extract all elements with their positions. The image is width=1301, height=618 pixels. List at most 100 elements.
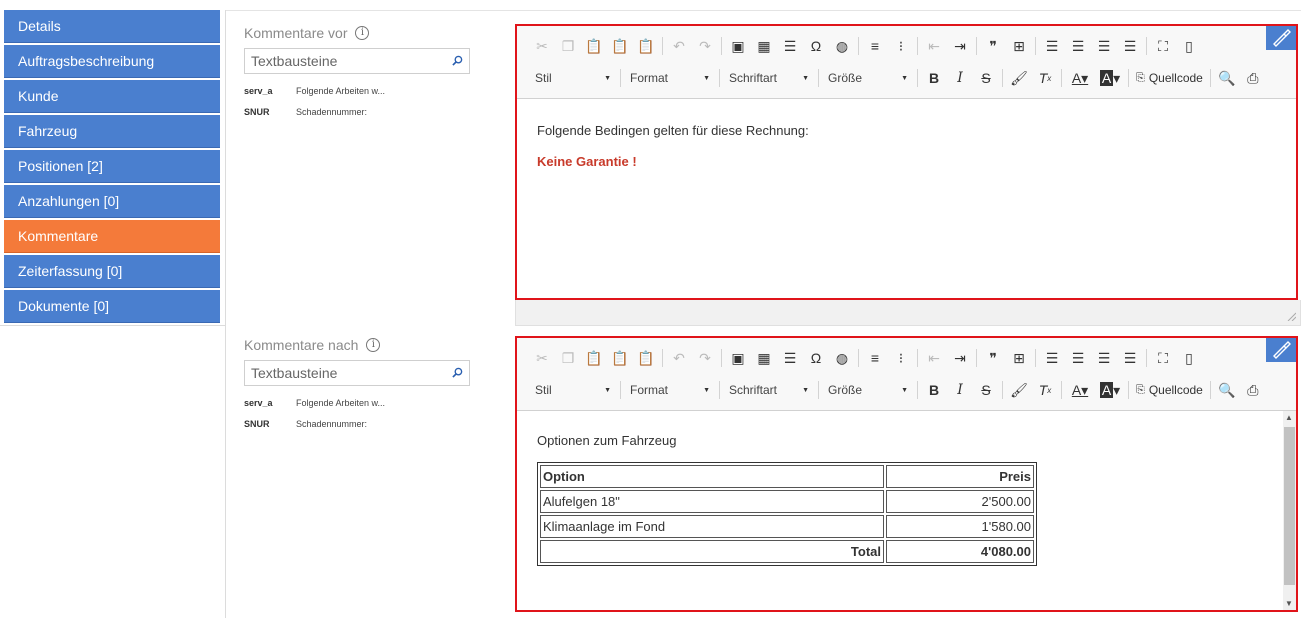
scroll-down-icon[interactable]: ▼ [1285, 599, 1293, 608]
snippet-search-input[interactable] [251, 365, 441, 381]
snippet-item[interactable]: SNUR Schadennummer: [244, 413, 474, 434]
bg-color-icon[interactable]: A ▾ [1095, 380, 1125, 400]
cut-icon[interactable]: ✂ [529, 36, 555, 56]
source-button[interactable]: ⎘ Quellcode [1132, 383, 1207, 397]
maximize-icon[interactable]: ⛶ [1150, 36, 1176, 56]
table-icon[interactable]: ▦ [751, 348, 777, 368]
redo-icon[interactable]: ↷ [692, 36, 718, 56]
remove-format-icon[interactable]: Tx [1032, 380, 1058, 400]
search-icon[interactable] [452, 55, 463, 66]
undo-icon[interactable]: ↶ [666, 36, 692, 56]
info-icon[interactable]: i [355, 26, 370, 40]
paste-text-icon[interactable]: 📋 [607, 348, 633, 368]
preview-icon[interactable]: 🔍 [1214, 68, 1240, 88]
undo-icon[interactable]: ↶ [666, 348, 692, 368]
nav-item-details[interactable]: Details [4, 10, 220, 43]
show-blocks-icon[interactable]: ▯ [1176, 348, 1202, 368]
paste-text-icon[interactable]: 📋 [607, 36, 633, 56]
snippet-item[interactable]: SNUR Schadennummer: [244, 101, 474, 122]
align-left-icon[interactable]: ☰ [1039, 36, 1065, 56]
div-icon[interactable]: ⊞ [1006, 36, 1032, 56]
strike-icon[interactable]: S [973, 68, 999, 88]
maximize-icon[interactable]: ⛶ [1150, 348, 1176, 368]
nav-item-dokumente[interactable]: Dokumente [0] [4, 290, 220, 323]
div-icon[interactable]: ⊞ [1006, 348, 1032, 368]
text-color-icon[interactable]: A▾ [1065, 68, 1095, 88]
align-justify-icon[interactable]: ☰ [1117, 348, 1143, 368]
paste-icon[interactable]: 📋 [581, 348, 607, 368]
search-icon[interactable] [452, 367, 463, 378]
snippet-search-input[interactable] [251, 53, 441, 69]
table-icon[interactable]: ▦ [751, 36, 777, 56]
horizontal-line-icon[interactable]: ☰ [777, 36, 803, 56]
snippet-item[interactable]: serv_a Folgende Arbeiten w... [244, 80, 474, 101]
blockquote-icon[interactable]: ❞ [980, 348, 1006, 368]
bg-color-icon[interactable]: A ▾ [1095, 68, 1125, 88]
indent-icon[interactable]: ⇥ [947, 36, 973, 56]
image-icon[interactable]: ▣ [725, 36, 751, 56]
paste-word-icon[interactable]: 📋 [633, 36, 659, 56]
print-icon[interactable]: ⎙ [1240, 68, 1266, 88]
format-painter-icon[interactable]: 🖌 [1006, 68, 1032, 88]
size-combo[interactable]: Größe ▼ [822, 68, 914, 88]
editor-content[interactable]: Folgende Bedingen gelten für diese Rechn… [517, 99, 1296, 299]
text-color-icon[interactable]: A▾ [1065, 380, 1095, 400]
strike-icon[interactable]: S [973, 380, 999, 400]
blockquote-icon[interactable]: ❞ [980, 36, 1006, 56]
style-combo[interactable]: Stil ▼ [529, 68, 617, 88]
snippet-item[interactable]: serv_a Folgende Arbeiten w... [244, 392, 474, 413]
brush-icon[interactable] [1266, 338, 1296, 362]
numbered-list-icon[interactable]: ≡ [862, 36, 888, 56]
align-left-icon[interactable]: ☰ [1039, 348, 1065, 368]
italic-icon[interactable]: I [947, 68, 973, 88]
style-combo[interactable]: Stil ▼ [529, 380, 617, 400]
link-icon[interactable]: ◍ [829, 36, 855, 56]
paste-icon[interactable]: 📋 [581, 36, 607, 56]
editor-content[interactable]: Optionen zum Fahrzeug Option Preis Alufe… [517, 411, 1296, 610]
brush-icon[interactable] [1266, 26, 1296, 50]
nav-item-kunde[interactable]: Kunde [4, 80, 220, 113]
nav-item-positionen[interactable]: Positionen [2] [4, 150, 220, 183]
source-button[interactable]: ⎘ Quellcode [1132, 71, 1207, 85]
align-right-icon[interactable]: ☰ [1091, 348, 1117, 368]
align-justify-icon[interactable]: ☰ [1117, 36, 1143, 56]
format-combo[interactable]: Format ▼ [624, 380, 716, 400]
nav-item-anzahlungen[interactable]: Anzahlungen [0] [4, 185, 220, 218]
italic-icon[interactable]: I [947, 380, 973, 400]
align-right-icon[interactable]: ☰ [1091, 36, 1117, 56]
print-icon[interactable]: ⎙ [1240, 380, 1266, 400]
bold-icon[interactable]: B [921, 68, 947, 88]
bold-icon[interactable]: B [921, 380, 947, 400]
scrollbar-thumb[interactable] [1284, 427, 1295, 585]
special-char-icon[interactable]: Ω [803, 348, 829, 368]
format-painter-icon[interactable]: 🖌 [1006, 380, 1032, 400]
scroll-up-icon[interactable]: ▲ [1285, 413, 1293, 422]
align-center-icon[interactable]: ☰ [1065, 36, 1091, 56]
nav-item-fahrzeug[interactable]: Fahrzeug [4, 115, 220, 148]
horizontal-line-icon[interactable]: ☰ [777, 348, 803, 368]
preview-icon[interactable]: 🔍 [1214, 380, 1240, 400]
outdent-icon[interactable]: ⇤ [921, 36, 947, 56]
outdent-icon[interactable]: ⇤ [921, 348, 947, 368]
special-char-icon[interactable]: Ω [803, 36, 829, 56]
vertical-scrollbar[interactable]: ▲ ▼ [1283, 411, 1296, 610]
resize-grip-icon[interactable] [1286, 311, 1296, 321]
link-icon[interactable]: ◍ [829, 348, 855, 368]
copy-icon[interactable]: ❐ [555, 348, 581, 368]
bullet-list-icon[interactable]: ⁝ [888, 348, 914, 368]
info-icon[interactable]: i [366, 338, 381, 352]
font-combo[interactable]: Schriftart ▼ [723, 380, 815, 400]
bullet-list-icon[interactable]: ⁝ [888, 36, 914, 56]
font-combo[interactable]: Schriftart ▼ [723, 68, 815, 88]
remove-format-icon[interactable]: Tx [1032, 68, 1058, 88]
paste-word-icon[interactable]: 📋 [633, 348, 659, 368]
numbered-list-icon[interactable]: ≡ [862, 348, 888, 368]
size-combo[interactable]: Größe ▼ [822, 380, 914, 400]
cut-icon[interactable]: ✂ [529, 348, 555, 368]
nav-item-kommentare[interactable]: Kommentare [4, 220, 220, 253]
nav-item-auftragsbeschreibung[interactable]: Auftragsbeschreibung [4, 45, 220, 78]
nav-item-zeiterfassung[interactable]: Zeiterfassung [0] [4, 255, 220, 288]
align-center-icon[interactable]: ☰ [1065, 348, 1091, 368]
show-blocks-icon[interactable]: ▯ [1176, 36, 1202, 56]
format-combo[interactable]: Format ▼ [624, 68, 716, 88]
